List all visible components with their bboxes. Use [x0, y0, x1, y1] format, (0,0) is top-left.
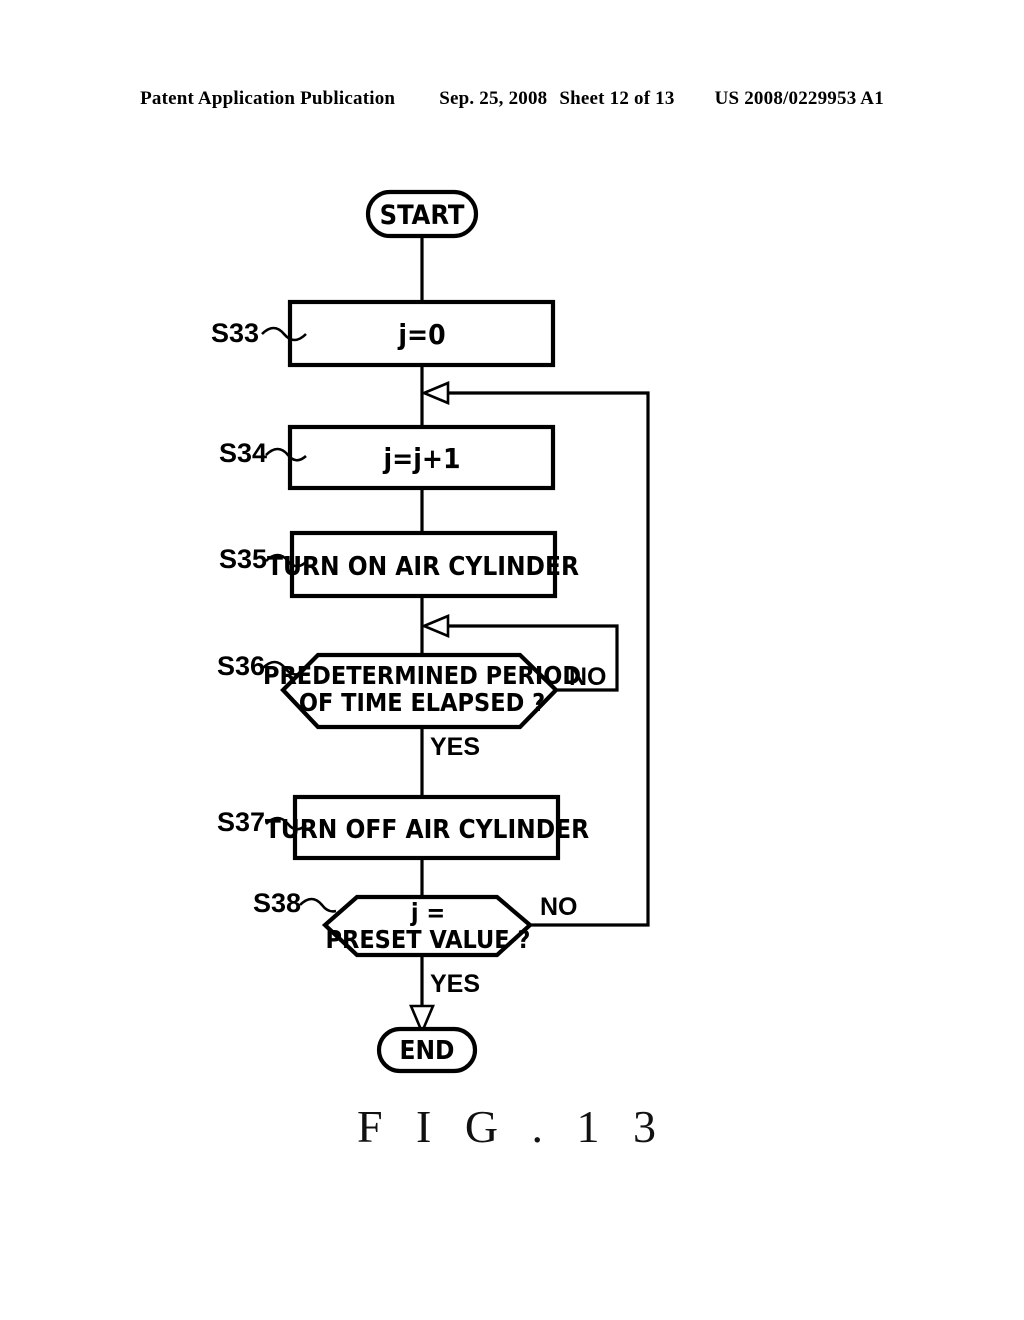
svg-text:S36: S36 [217, 651, 265, 681]
decision-s36: PREDETERMINED PERIOD OF TIME ELAPSED ? [263, 652, 581, 730]
decision-s38: j = PRESET VALUE ? [321, 894, 534, 958]
decision-s38-line1: j = [410, 898, 445, 927]
process-s37-label: TURN OFF AIR CYLINDER [265, 815, 589, 845]
terminal-end: END [376, 1026, 478, 1074]
decision-s38-line2: PRESET VALUE ? [326, 925, 531, 954]
process-s35-label: TURN ON AIR CYLINDER [267, 552, 579, 582]
terminal-start: START [365, 189, 479, 239]
leader-line-s38 [299, 897, 337, 913]
step-tag-s38: S38 [253, 888, 337, 918]
process-s33: j=0 [287, 299, 556, 368]
svg-text:S34: S34 [219, 438, 267, 468]
figure-caption: F I G . 1 3 [356, 1101, 668, 1152]
svg-text:S35: S35 [219, 544, 267, 574]
terminal-end-label: END [400, 1036, 455, 1066]
terminal-start-label: START [380, 200, 465, 231]
branch-label-s36-no: NO [569, 663, 607, 691]
decision-s36-line1: PREDETERMINED PERIOD [263, 661, 581, 690]
process-s37: TURN OFF AIR CYLINDER [265, 794, 589, 861]
branch-label-s36-yes: YES [430, 733, 480, 761]
branch-label-s38-no: NO [540, 893, 578, 921]
process-s34: j=j+1 [287, 424, 556, 491]
process-s35: TURN ON AIR CYLINDER [267, 530, 579, 599]
decision-s36-line2: OF TIME ELAPSED ? [299, 688, 545, 717]
process-s33-label: j=0 [397, 318, 445, 351]
svg-text:S37: S37 [217, 807, 265, 837]
branch-label-s38-yes: YES [430, 970, 480, 998]
process-s34-label: j=j+1 [383, 442, 461, 475]
arrowhead-loop-s36-no [420, 614, 450, 638]
svg-text:S33: S33 [211, 318, 259, 348]
svg-text:S38: S38 [253, 888, 301, 918]
arrowhead-loop-s38-no [420, 381, 450, 405]
